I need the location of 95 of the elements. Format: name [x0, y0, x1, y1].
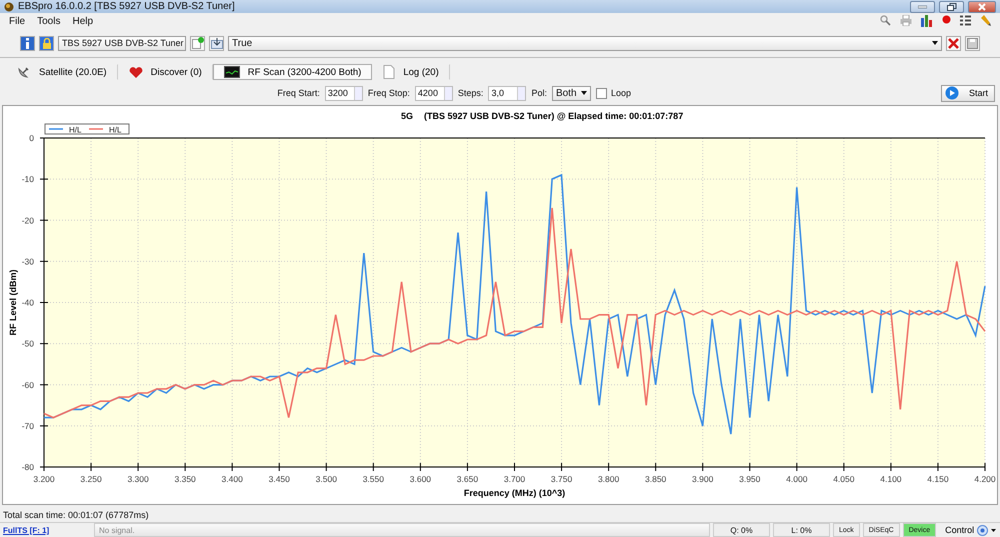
tick-label: 3.700: [504, 474, 526, 484]
play-icon: [944, 86, 959, 100]
quality-indicator: Q: 0%: [713, 523, 770, 537]
freq-stop-field[interactable]: 4200: [414, 86, 453, 100]
checkbox-label: Loop: [610, 88, 631, 98]
lock-icon: [42, 38, 52, 48]
legend-label: H/L: [69, 126, 82, 134]
caret-icon: [580, 91, 587, 95]
tuner-select[interactable]: TBS 5927 USB DVB-S2 Tuner: [58, 36, 186, 50]
caret-icon: [991, 528, 996, 532]
x-axis-title: Frequency (MHz) (10^3): [464, 488, 566, 498]
tick-label: -10: [22, 174, 34, 184]
tick-label: 3.650: [456, 474, 478, 484]
menu-item[interactable]: Tools: [31, 16, 66, 26]
record-icon[interactable]: [942, 15, 951, 24]
delete-button[interactable]: [946, 36, 961, 50]
steps-field[interactable]: 3,0: [488, 86, 526, 100]
tick-label: 3.500: [316, 474, 337, 484]
tick-label: -60: [22, 380, 34, 390]
window-title: EBSpro 16.0.0.2 [TBS 5927 USB DVB-S2 Tuner]: [18, 1, 236, 12]
tick-label: 4.150: [927, 474, 949, 484]
tick-label: 4.200: [974, 474, 996, 484]
tick-label: 3.550: [362, 474, 384, 484]
tab[interactable]: Satellite (20.0E): [6, 64, 118, 80]
info-icon: [24, 38, 31, 48]
tick-label: 3.600: [410, 474, 432, 484]
tick-label: -50: [22, 338, 34, 349]
printer-icon[interactable]: [900, 15, 912, 26]
tick-label: 3.350: [174, 474, 196, 484]
control-menu-button[interactable]: Control: [945, 524, 996, 536]
monitor-icon: [224, 66, 240, 78]
tick-label: 4.050: [833, 474, 854, 484]
band-label: 5G: [401, 111, 414, 121]
chart-title: (TBS 5927 USB DVB-S2 Tuner) @ Elapsed time: 00:01:07:787: [424, 111, 684, 121]
signal-status-field: No signal.: [94, 523, 710, 537]
menu-item[interactable]: Help: [66, 16, 100, 26]
restore-icon: [946, 2, 956, 10]
heart-icon: [128, 66, 143, 78]
tick-label: 4.100: [880, 474, 902, 484]
tick-label: 3.250: [80, 474, 102, 484]
list-icon[interactable]: [960, 15, 971, 26]
save-button[interactable]: [965, 36, 980, 50]
lock-button[interactable]: [39, 36, 54, 50]
info-button[interactable]: [20, 36, 35, 50]
value-select[interactable]: True: [228, 36, 942, 50]
tick-label: -40: [22, 298, 34, 308]
caret-icon: [932, 41, 938, 45]
tick-label: 0: [29, 133, 34, 143]
polarization-select[interactable]: Both: [552, 86, 591, 100]
legend-label: H/L: [109, 126, 122, 134]
tick-label: -70: [22, 420, 34, 431]
close-button[interactable]: [968, 0, 996, 12]
freq-start-field[interactable]: 3200: [324, 86, 363, 100]
level-indicator: L: 0%: [773, 523, 830, 537]
tick-label: 3.200: [33, 474, 55, 484]
stream-link[interactable]: FullTS [F: 1]: [3, 526, 91, 534]
tick-label: -30: [22, 256, 34, 266]
restore-button[interactable]: [939, 0, 964, 12]
menu-item[interactable]: File: [3, 16, 32, 26]
pencil-icon[interactable]: [980, 15, 991, 26]
tick-label: 3.450: [268, 474, 290, 484]
field-label: Freq Stop:: [368, 88, 410, 98]
tick-label: -20: [22, 215, 34, 226]
field-label: Steps:: [458, 88, 484, 98]
tick-label: 3.400: [222, 474, 243, 484]
minimize-icon: [918, 4, 927, 8]
tick-label: -80: [22, 462, 34, 472]
import-button[interactable]: [209, 36, 224, 50]
close-icon: [948, 38, 959, 48]
tick-label: 3.900: [692, 474, 714, 484]
field-label: Freq Start:: [277, 88, 320, 98]
tab[interactable]: RF Scan (3200-4200 Both): [212, 64, 372, 80]
close-icon: [978, 2, 986, 10]
bar-chart-icon[interactable]: [921, 15, 933, 27]
loop-checkbox[interactable]: [596, 88, 607, 98]
tab[interactable]: Log (20): [372, 64, 450, 80]
settings-icon: [977, 524, 988, 536]
minimize-button[interactable]: [910, 0, 935, 12]
tick-label: 4.000: [786, 474, 808, 484]
y-axis-title: RF Level (dBm): [8, 270, 18, 336]
document-icon: [383, 65, 396, 79]
tab[interactable]: Discover (0): [118, 64, 213, 80]
field-label: Pol:: [531, 88, 547, 98]
tick-label: 3.850: [645, 474, 666, 484]
scan-time-text: Total scan time: 00:01:07 (67787ms): [3, 510, 149, 520]
satellite-dish-icon: [17, 65, 31, 79]
add-file-icon: [192, 37, 204, 49]
tick-label: 3.950: [739, 474, 760, 484]
start-button[interactable]: Start: [940, 84, 995, 102]
tick-label: 3.300: [127, 474, 149, 484]
tick-label: 3.800: [598, 474, 620, 484]
app-logo-icon: [4, 2, 14, 12]
import-icon: [210, 38, 222, 48]
tick-label: 3.750: [550, 474, 572, 484]
search-icon[interactable]: [880, 15, 891, 26]
